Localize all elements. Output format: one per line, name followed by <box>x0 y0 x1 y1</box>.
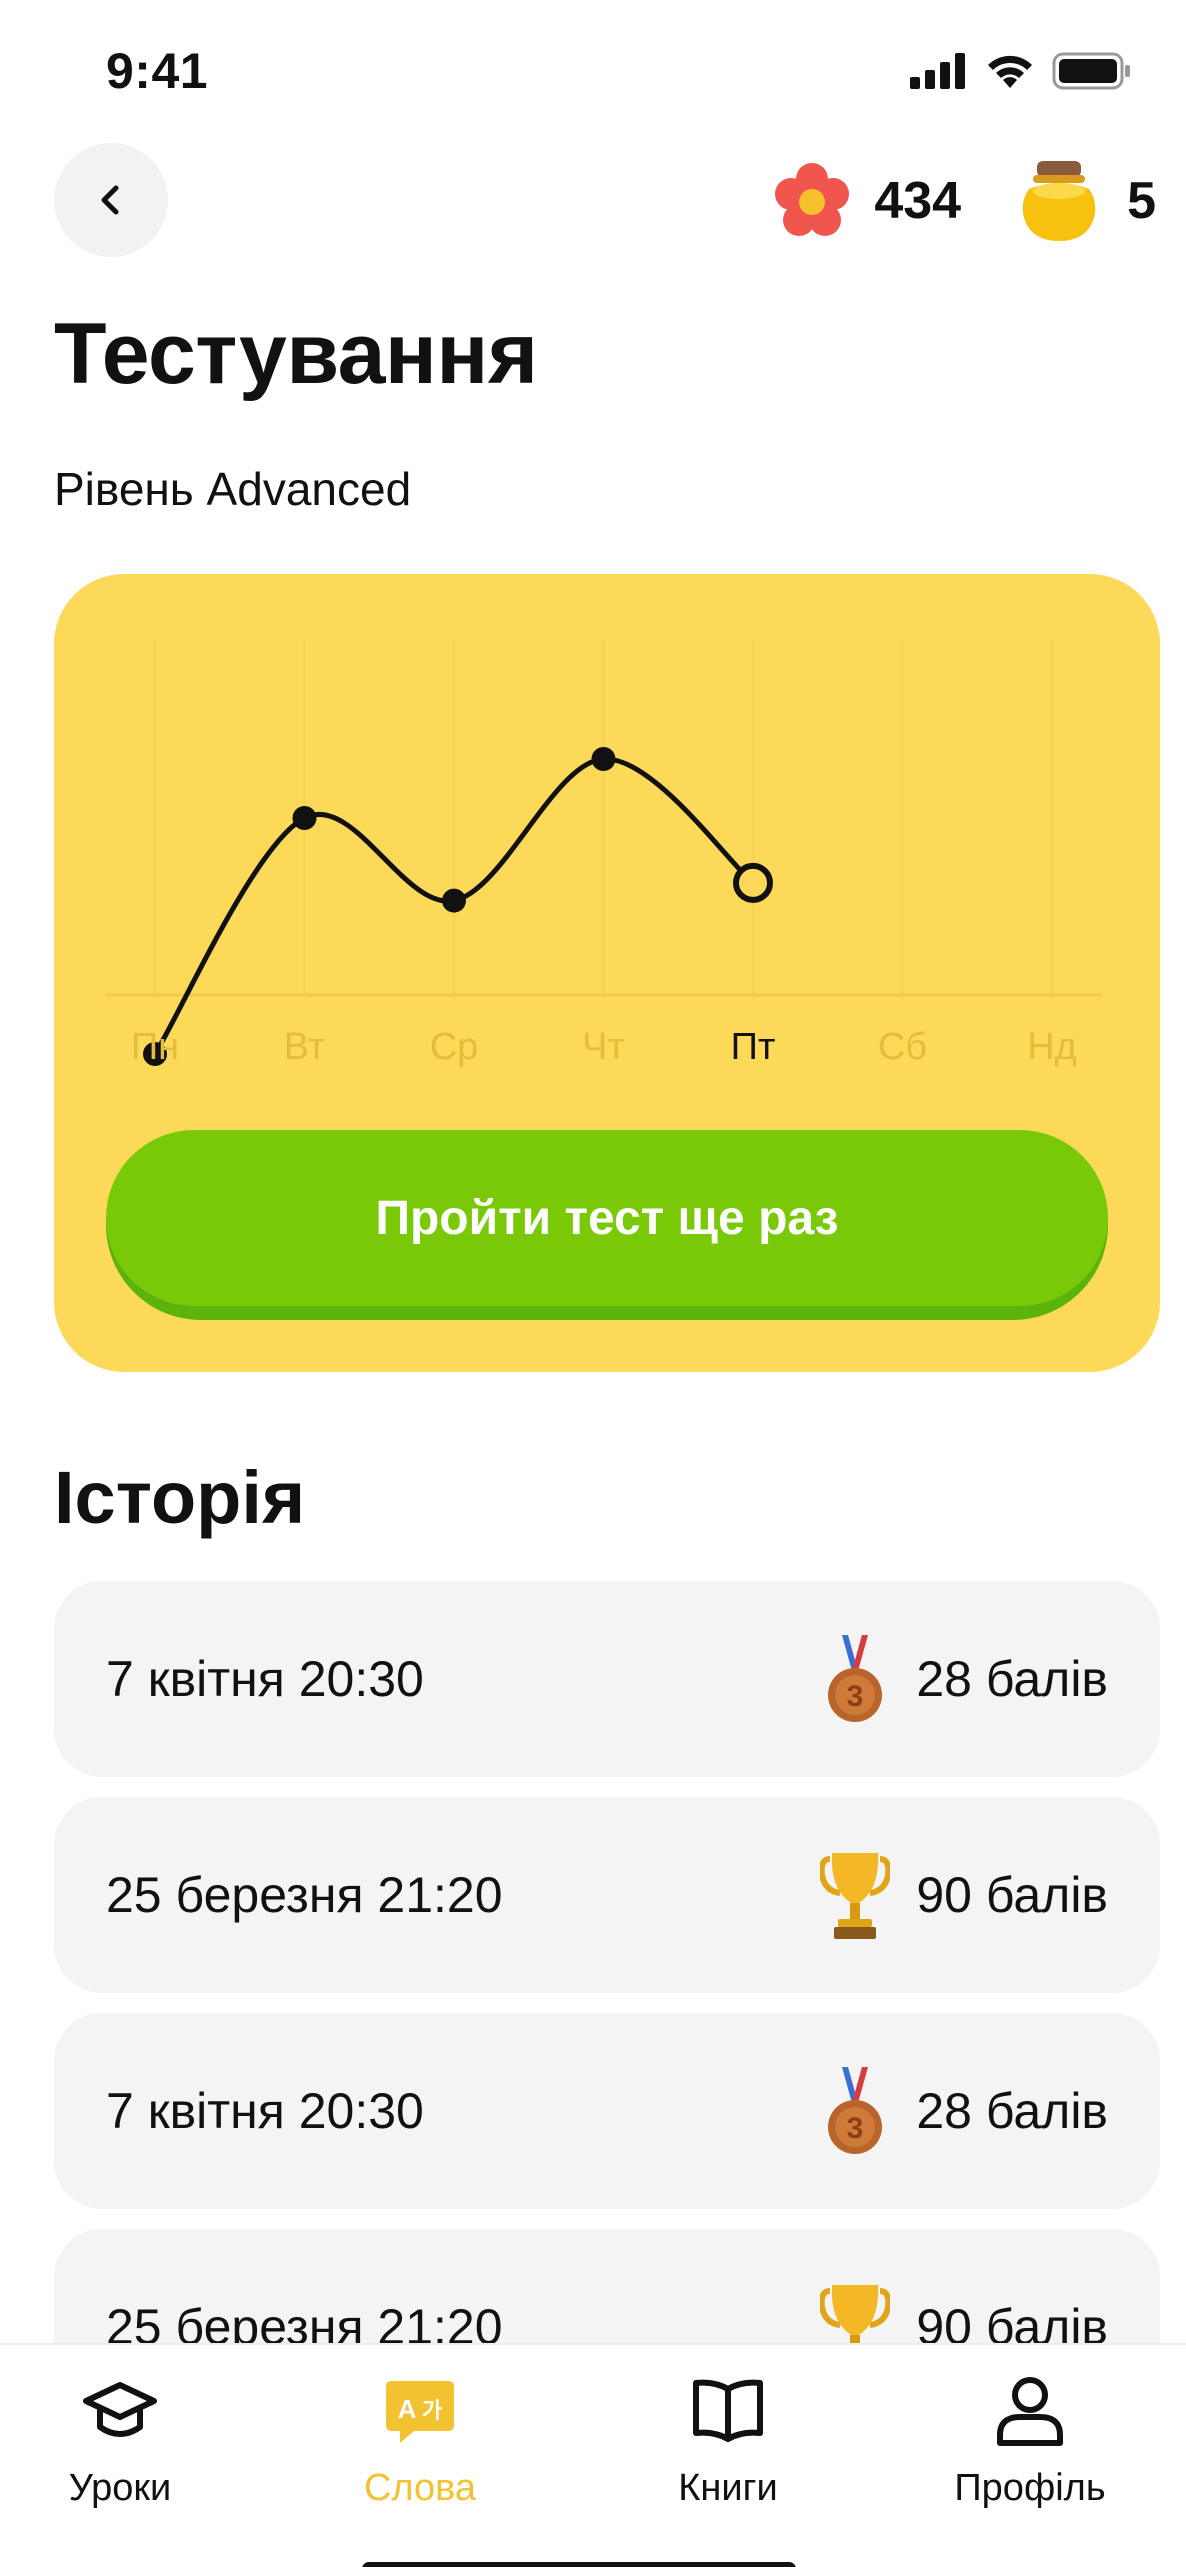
svg-text:3: 3 <box>847 2112 864 2145</box>
nav-label: Книги <box>678 2467 778 2509</box>
bronze-medal-icon: 3 <box>828 1635 882 1722</box>
nav-item-words[interactable]: A 가 Слова <box>310 2345 530 2567</box>
trophy-icon <box>820 1853 890 1939</box>
history-date: 7 квітня 20:30 <box>106 2083 424 2139</box>
history-date: 7 квітня 20:30 <box>106 1651 424 1707</box>
chart-day-label: Нд <box>1027 1026 1077 1068</box>
chart-day-label: Чт <box>582 1026 625 1068</box>
bronze-medal-icon: 3 <box>828 2067 882 2154</box>
chart-day-label: Пт <box>730 1026 776 1068</box>
nav-label: Уроки <box>68 2467 172 2509</box>
history-item[interactable]: 25 березня 21:20 90 балів <box>54 1797 1160 1993</box>
nav-item-lessons[interactable]: Уроки <box>10 2345 230 2567</box>
chart-point <box>292 806 317 830</box>
history-item[interactable]: 7 квітня 20:30 3 28 балів <box>54 2013 1160 2209</box>
chart-day-label: Пн <box>130 1026 180 1068</box>
history-score: 28 балів <box>916 2083 1108 2139</box>
chart-day-label: Сб <box>877 1026 928 1068</box>
nav-label: Слова <box>363 2467 477 2509</box>
svg-text:A: A <box>398 2394 417 2424</box>
svg-text:가: 가 <box>422 2399 442 2424</box>
history-score: 90 балів <box>916 1867 1108 1923</box>
history-date: 25 березня 21:20 <box>106 1867 503 1923</box>
open-book-icon <box>693 2379 763 2442</box>
progress-chart <box>106 640 1102 1066</box>
graduation-cap-icon <box>83 2382 157 2437</box>
history-item[interactable]: 7 квітня 20:30 3 28 балів <box>54 1581 1160 1777</box>
home-indicator <box>362 2562 796 2567</box>
svg-text:3: 3 <box>847 1680 864 1713</box>
chart-point <box>442 888 466 913</box>
history-title: Історія <box>54 1456 306 1539</box>
chart-point-current <box>733 862 773 903</box>
chart-day-label: Вт <box>283 1026 326 1068</box>
chart-point <box>591 747 616 771</box>
user-icon <box>997 2377 1063 2446</box>
nav-item-profile[interactable]: Профіль <box>920 2345 1140 2567</box>
retry-test-label: Пройти тест ще раз <box>375 1191 839 1245</box>
retry-test-button[interactable]: Пройти тест ще раз <box>106 1130 1108 1320</box>
chart-day-label: Ср <box>429 1026 479 1068</box>
nav-label: Профіль <box>954 2467 1106 2509</box>
nav-item-books[interactable]: Книги <box>618 2345 838 2567</box>
bottom-navigation: Уроки A 가 Слова Книги Профіль <box>0 2343 1186 2567</box>
history-score: 28 балів <box>916 1651 1108 1707</box>
translate-chat-icon: A 가 <box>386 2381 454 2443</box>
